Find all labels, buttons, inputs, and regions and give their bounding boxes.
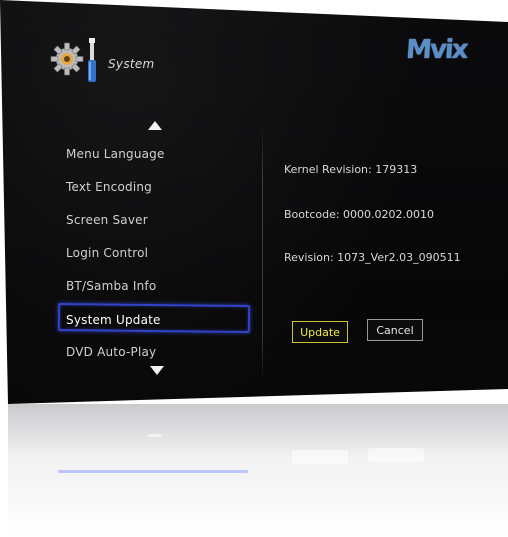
reflection-highlight: [58, 470, 248, 473]
reflection-highlight: [148, 434, 162, 437]
menu-item-system-update[interactable]: System Update: [66, 313, 161, 327]
menu-item-dvd-auto-play[interactable]: DVD Auto-Play: [66, 345, 156, 359]
menu-item-screen-saver[interactable]: Screen Saver: [66, 213, 148, 227]
cancel-button[interactable]: Cancel: [367, 319, 423, 341]
triangle-down-icon[interactable]: [150, 366, 164, 375]
screen-reflection: [8, 404, 508, 537]
panel-divider: [262, 125, 263, 385]
kernel-revision-text: Kernel Revision: 179313: [284, 163, 418, 176]
menu-item-login-control[interactable]: Login Control: [66, 246, 148, 260]
revision-text: Revision: 1073_Ver2.03_090511: [284, 251, 461, 264]
triangle-up-icon[interactable]: [148, 121, 162, 130]
wrench-icon: [88, 38, 96, 82]
tv-ui-stage: System Mvix Menu Language Text Encoding …: [0, 0, 508, 537]
reflection-highlight: [368, 448, 424, 462]
menu-item-bt-samba-info[interactable]: BT/Samba Info: [66, 279, 156, 293]
menu-item-text-encoding[interactable]: Text Encoding: [66, 180, 152, 194]
menu-item-menu-language[interactable]: Menu Language: [66, 147, 165, 161]
brand-logo-text: Mvix: [404, 35, 468, 65]
gear-icon: [50, 42, 84, 76]
brand-logo: Mvix: [404, 35, 470, 75]
header-title: System: [108, 57, 155, 71]
update-button[interactable]: Update: [292, 321, 348, 343]
bootcode-text: Bootcode: 0000.0202.0010: [284, 208, 435, 221]
reflection-highlight: [292, 450, 348, 464]
